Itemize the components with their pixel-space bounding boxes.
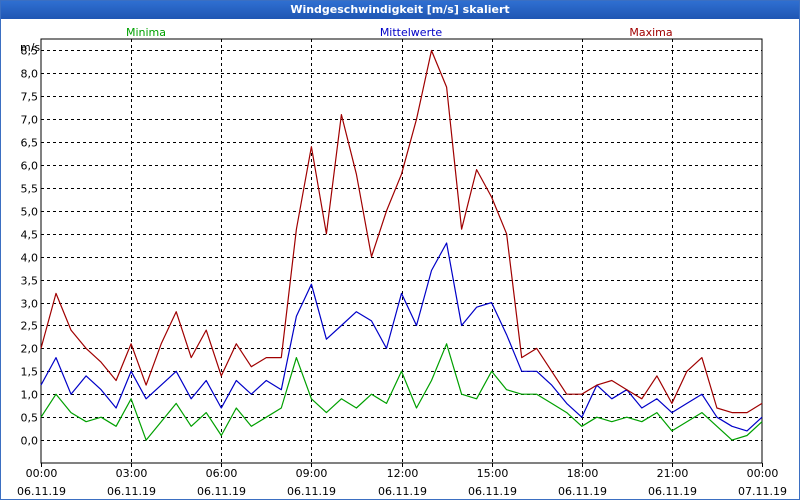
plot-area — [40, 38, 763, 464]
legend-mittelwerte: Mittelwerte — [380, 26, 443, 39]
y-tick-label: 0,5 — [21, 412, 39, 425]
y-tick-label: 4,0 — [21, 252, 39, 265]
x-tick-date: 06.11.19 — [287, 485, 336, 498]
y-tick-label: 4,5 — [21, 229, 39, 242]
x-tick-time: 09:00 — [296, 467, 328, 480]
x-tick-date: 06.11.19 — [197, 485, 246, 498]
y-tick-label: 2,5 — [21, 320, 39, 333]
y-tick-label: 1,0 — [21, 389, 39, 402]
x-tick-date: 06.11.19 — [378, 485, 427, 498]
x-tick-time: 21:00 — [657, 467, 689, 480]
y-tick-label: 7,0 — [21, 114, 39, 127]
y-tick-label: 6,5 — [21, 137, 39, 150]
x-tick-date: 06.11.19 — [648, 485, 697, 498]
wind-speed-chart: 0,0 0,5 1,0 1,5 2,0 2,5 3,0 3,5 4,0 4,5 5,0 5,5 6,0 6… — [17, 26, 787, 498]
x-tick-date: 06.11.19 — [17, 485, 66, 498]
x-tick-time: 15:00 — [477, 467, 509, 480]
y-tick-label: 5,0 — [21, 206, 39, 219]
y-tick-label: 3,5 — [21, 275, 39, 288]
y-tick-label: 2,0 — [21, 343, 39, 356]
x-tick-time: 18:00 — [567, 467, 599, 480]
x-tick-time: 12:00 — [387, 467, 419, 480]
x-tick-time: 00:00 — [747, 467, 779, 480]
x-tick-date: 07.11.19 — [738, 485, 787, 498]
legend-minima: Minima — [126, 26, 166, 39]
y-tick-label: 6,0 — [21, 160, 39, 173]
x-tick-time: 06:00 — [206, 467, 238, 480]
chart-window: Windgeschwindigkeit [m/s] skaliert 0,0 0,… — [0, 0, 800, 500]
y-tick-label: 0,0 — [21, 435, 39, 448]
x-tick-date: 06.11.19 — [107, 485, 156, 498]
y-tick-label: 5,5 — [21, 183, 39, 196]
y-tick-label: 1,5 — [21, 366, 39, 379]
y-axis-label: m/s — [20, 41, 40, 54]
y-tick-label: 8,0 — [21, 68, 39, 81]
y-tick-label: 3,0 — [21, 298, 39, 311]
legend-maxima: Maxima — [629, 26, 672, 39]
x-tick-date: 06.11.19 — [468, 485, 517, 498]
x-tick-date: 06.11.19 — [558, 485, 607, 498]
x-tick-time: 00:00 — [26, 467, 58, 480]
x-tick-time: 03:00 — [116, 467, 148, 480]
y-tick-label: 7,5 — [21, 91, 39, 104]
